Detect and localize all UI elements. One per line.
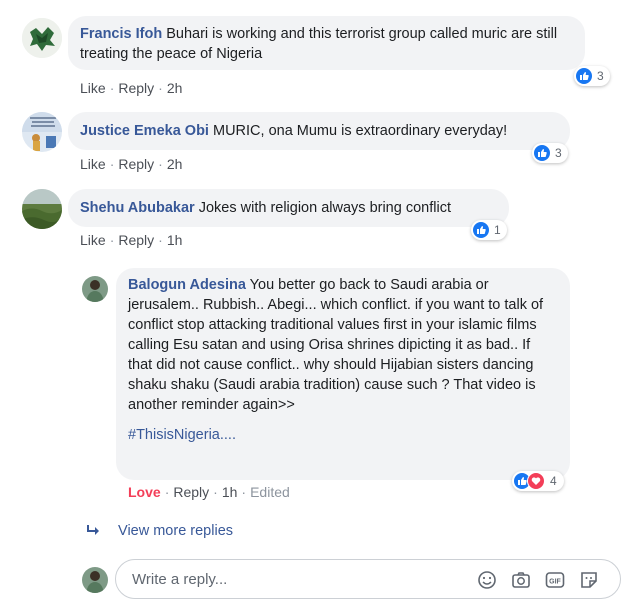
- avatar[interactable]: [22, 112, 62, 152]
- reaction-count: 1: [494, 223, 501, 237]
- reply-author[interactable]: Balogun Adesina: [128, 277, 246, 293]
- avatar[interactable]: [22, 189, 62, 229]
- reaction-count: 3: [555, 146, 562, 160]
- comment-bubble: Francis Ifoh Buhari is working and this …: [68, 16, 585, 70]
- like-reaction-icon: [473, 222, 489, 238]
- comment-timestamp[interactable]: 2h: [167, 80, 183, 96]
- reaction-count: 4: [550, 474, 557, 488]
- reaction-summary[interactable]: 1: [471, 220, 507, 240]
- comment-text: Jokes with religion always bring conflic…: [198, 200, 451, 216]
- reaction-summary[interactable]: 4: [512, 471, 564, 491]
- emoji-icon[interactable]: [476, 569, 498, 591]
- view-more-label[interactable]: View more replies: [118, 523, 233, 539]
- edited-label[interactable]: Edited: [250, 484, 290, 500]
- like-reaction-icon: [576, 68, 592, 84]
- reply-input[interactable]: [130, 570, 454, 589]
- avatar[interactable]: [82, 276, 108, 302]
- gif-icon[interactable]: GIF: [544, 569, 566, 591]
- reaction-summary[interactable]: 3: [574, 66, 610, 86]
- comment-actions: Like · Reply · 2h: [80, 156, 183, 172]
- comment-author[interactable]: Francis Ifoh: [80, 26, 162, 42]
- reaction-summary[interactable]: 3: [532, 143, 568, 163]
- hashtag-link[interactable]: #ThisisNigeria....: [128, 425, 558, 445]
- svg-text:GIF: GIF: [549, 579, 561, 586]
- comment-bubble: Justice Emeka Obi MURIC, ona Mumu is ext…: [68, 112, 570, 150]
- reply-link[interactable]: Reply: [118, 232, 154, 248]
- comment-author[interactable]: Shehu Abubakar: [80, 200, 195, 216]
- comment-bubble: Shehu Abubakar Jokes with religion alway…: [68, 189, 509, 227]
- like-link[interactable]: Like: [80, 80, 106, 96]
- reply-bubble: Balogun Adesina You better go back to Sa…: [116, 268, 570, 480]
- like-link[interactable]: Like: [80, 232, 106, 248]
- comment-timestamp[interactable]: 1h: [167, 232, 183, 248]
- reply-link[interactable]: Reply: [118, 156, 154, 172]
- view-more-replies[interactable]: View more replies: [86, 523, 233, 539]
- reply-body: Balogun Adesina You better go back to Sa…: [128, 275, 558, 415]
- reply-text: You better go back to Saudi arabia or je…: [128, 277, 544, 413]
- reply-actions: Love · Reply · 1h · Edited: [128, 484, 290, 500]
- comment-text: MURIC, ona Mumu is extraordinary everyda…: [212, 123, 508, 139]
- like-link[interactable]: Like: [80, 156, 106, 172]
- avatar[interactable]: [22, 18, 62, 58]
- reply-link[interactable]: Reply: [118, 80, 154, 96]
- reply-composer[interactable]: GIF: [115, 559, 621, 599]
- avatar[interactable]: [82, 567, 108, 593]
- reply-timestamp[interactable]: 1h: [222, 484, 238, 500]
- comment-actions: Like · Reply · 2h: [80, 80, 183, 96]
- like-reaction-icon: [534, 145, 550, 161]
- reply-arrow-icon: [86, 524, 102, 538]
- love-reaction-icon: [527, 472, 545, 490]
- love-link[interactable]: Love: [128, 484, 161, 500]
- camera-icon[interactable]: [510, 569, 532, 591]
- reaction-count: 3: [597, 69, 604, 83]
- comment-timestamp[interactable]: 2h: [167, 156, 183, 172]
- comment-actions: Like · Reply · 1h: [80, 232, 183, 248]
- reply-link[interactable]: Reply: [173, 484, 209, 500]
- comment-author[interactable]: Justice Emeka Obi: [80, 123, 209, 139]
- sticker-icon[interactable]: [578, 569, 600, 591]
